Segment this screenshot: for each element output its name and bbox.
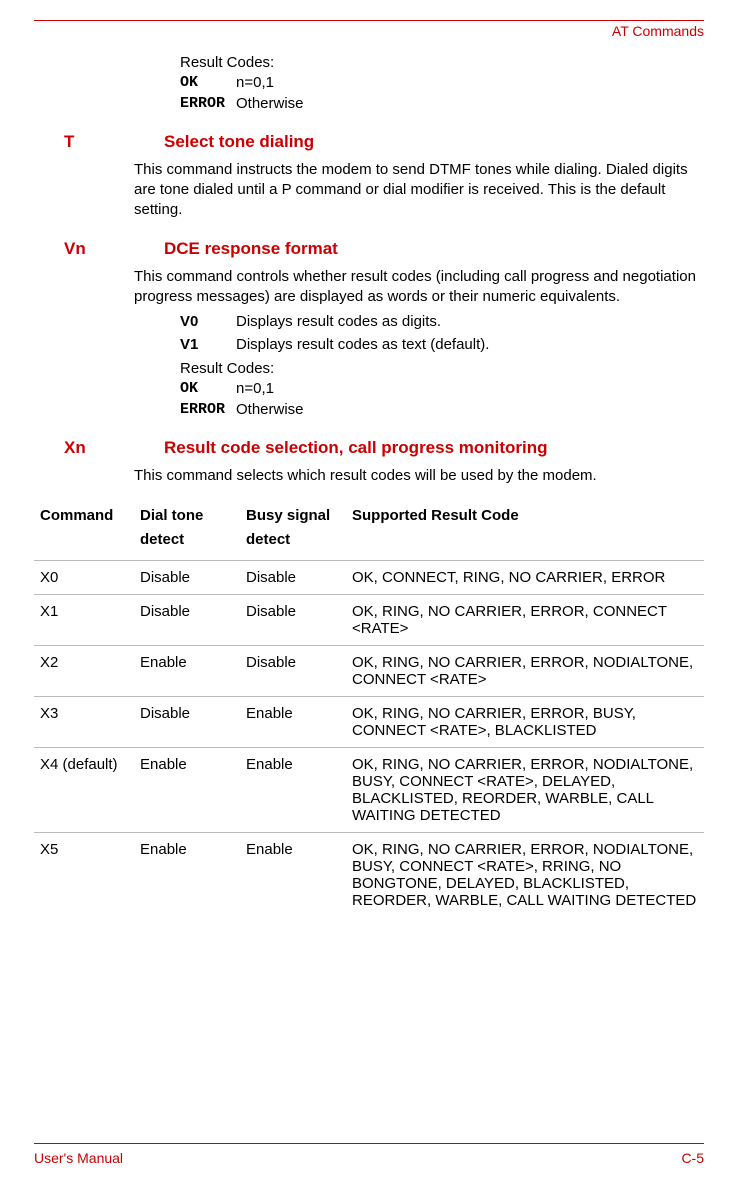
param-v0-text: Displays result codes as digits. [236, 313, 441, 330]
cell-bs: Disable [240, 595, 346, 646]
table-row: X3 Disable Enable OK, RING, NO CARRIER, … [34, 697, 704, 748]
desc-vn: This command controls whether result cod… [134, 267, 704, 308]
th-busy: Busy signal detect [240, 496, 346, 561]
cell-cmd: X5 [34, 833, 134, 918]
cell-dt: Disable [134, 595, 240, 646]
section-t: T Select tone dialing This command instr… [34, 132, 704, 221]
cell-src: OK, RING, NO CARRIER, ERROR, NODIALTONE,… [346, 748, 704, 833]
table-row: X5 Enable Enable OK, RING, NO CARRIER, E… [34, 833, 704, 918]
cell-src: OK, RING, NO CARRIER, ERROR, NODIALTONE,… [346, 646, 704, 697]
result-codes-vn-label: Result Codes: [180, 359, 704, 379]
cell-bs: Disable [240, 561, 346, 595]
page: AT Commands Result Codes: OK n=0,1 ERROR… [0, 20, 738, 1192]
cmd-t: T [64, 132, 164, 152]
heading-t: T Select tone dialing [34, 132, 704, 152]
result-code-vn-ok: OK n=0,1 [180, 379, 704, 399]
heading-xn: Xn Result code selection, call progress … [34, 438, 704, 458]
cmd-vn: Vn [64, 239, 164, 259]
result-code-ok: OK n=0,1 [180, 73, 704, 93]
section-xn: Xn Result code selection, call progress … [34, 438, 704, 917]
desc-t: This command instructs the modem to send… [134, 160, 704, 221]
param-v1: V1 Displays result codes as text (defaul… [180, 336, 704, 353]
cell-dt: Disable [134, 697, 240, 748]
cell-src: OK, CONNECT, RING, NO CARRIER, ERROR [346, 561, 704, 595]
cell-cmd: X0 [34, 561, 134, 595]
cond-error: Otherwise [236, 94, 304, 114]
th-supported: Supported Result Code [346, 496, 704, 561]
cell-bs: Enable [240, 833, 346, 918]
cond-vn-ok: n=0,1 [236, 379, 274, 399]
code-ok: OK [180, 73, 236, 93]
cell-src: OK, RING, NO CARRIER, ERROR, BUSY, CONNE… [346, 697, 704, 748]
table-row: X1 Disable Disable OK, RING, NO CARRIER,… [34, 595, 704, 646]
th-dialtone: Dial tone detect [134, 496, 240, 561]
result-code-vn-error: ERROR Otherwise [180, 400, 704, 420]
section-vn: Vn DCE response format This command cont… [34, 239, 704, 420]
footer-left: User's Manual [34, 1150, 123, 1166]
cell-src: OK, RING, NO CARRIER, ERROR, CONNECT <RA… [346, 595, 704, 646]
param-v0: V0 Displays result codes as digits. [180, 313, 704, 330]
cell-bs: Disable [240, 646, 346, 697]
cond-vn-error: Otherwise [236, 400, 304, 420]
cell-cmd: X4 (default) [34, 748, 134, 833]
code-vn-error: ERROR [180, 400, 236, 420]
header-breadcrumb: AT Commands [612, 23, 704, 39]
cell-cmd: X2 [34, 646, 134, 697]
xn-table: Command Dial tone detect Busy signal det… [34, 496, 704, 917]
result-codes-label: Result Codes: [180, 53, 704, 73]
cell-dt: Enable [134, 833, 240, 918]
result-codes-top: Result Codes: OK n=0,1 ERROR Otherwise [180, 53, 704, 114]
param-v1-text: Displays result codes as text (default). [236, 336, 489, 353]
cond-ok: n=0,1 [236, 73, 274, 93]
cell-cmd: X1 [34, 595, 134, 646]
code-error: ERROR [180, 94, 236, 114]
cell-bs: Enable [240, 748, 346, 833]
cell-bs: Enable [240, 697, 346, 748]
title-t: Select tone dialing [164, 132, 314, 152]
header-bar: AT Commands [34, 20, 704, 39]
footer-right: C-5 [681, 1150, 704, 1166]
result-code-error: ERROR Otherwise [180, 94, 704, 114]
cell-dt: Enable [134, 646, 240, 697]
code-vn-ok: OK [180, 379, 236, 399]
title-xn: Result code selection, call progress mon… [164, 438, 548, 458]
cell-dt: Enable [134, 748, 240, 833]
result-codes-vn: Result Codes: OK n=0,1 ERROR Otherwise [180, 359, 704, 420]
table-row: X4 (default) Enable Enable OK, RING, NO … [34, 748, 704, 833]
heading-vn: Vn DCE response format [34, 239, 704, 259]
xn-header-row: Command Dial tone detect Busy signal det… [34, 496, 704, 561]
param-v1-key: V1 [180, 336, 236, 353]
cell-cmd: X3 [34, 697, 134, 748]
table-row: X2 Enable Disable OK, RING, NO CARRIER, … [34, 646, 704, 697]
cmd-xn: Xn [64, 438, 164, 458]
th-command: Command [34, 496, 134, 561]
desc-xn: This command selects which result codes … [134, 466, 704, 486]
cell-dt: Disable [134, 561, 240, 595]
title-vn: DCE response format [164, 239, 338, 259]
param-v0-key: V0 [180, 313, 236, 330]
footer-bar: User's Manual C-5 [34, 1143, 704, 1166]
cell-src: OK, RING, NO CARRIER, ERROR, NODIALTONE,… [346, 833, 704, 918]
table-row: X0 Disable Disable OK, CONNECT, RING, NO… [34, 561, 704, 595]
